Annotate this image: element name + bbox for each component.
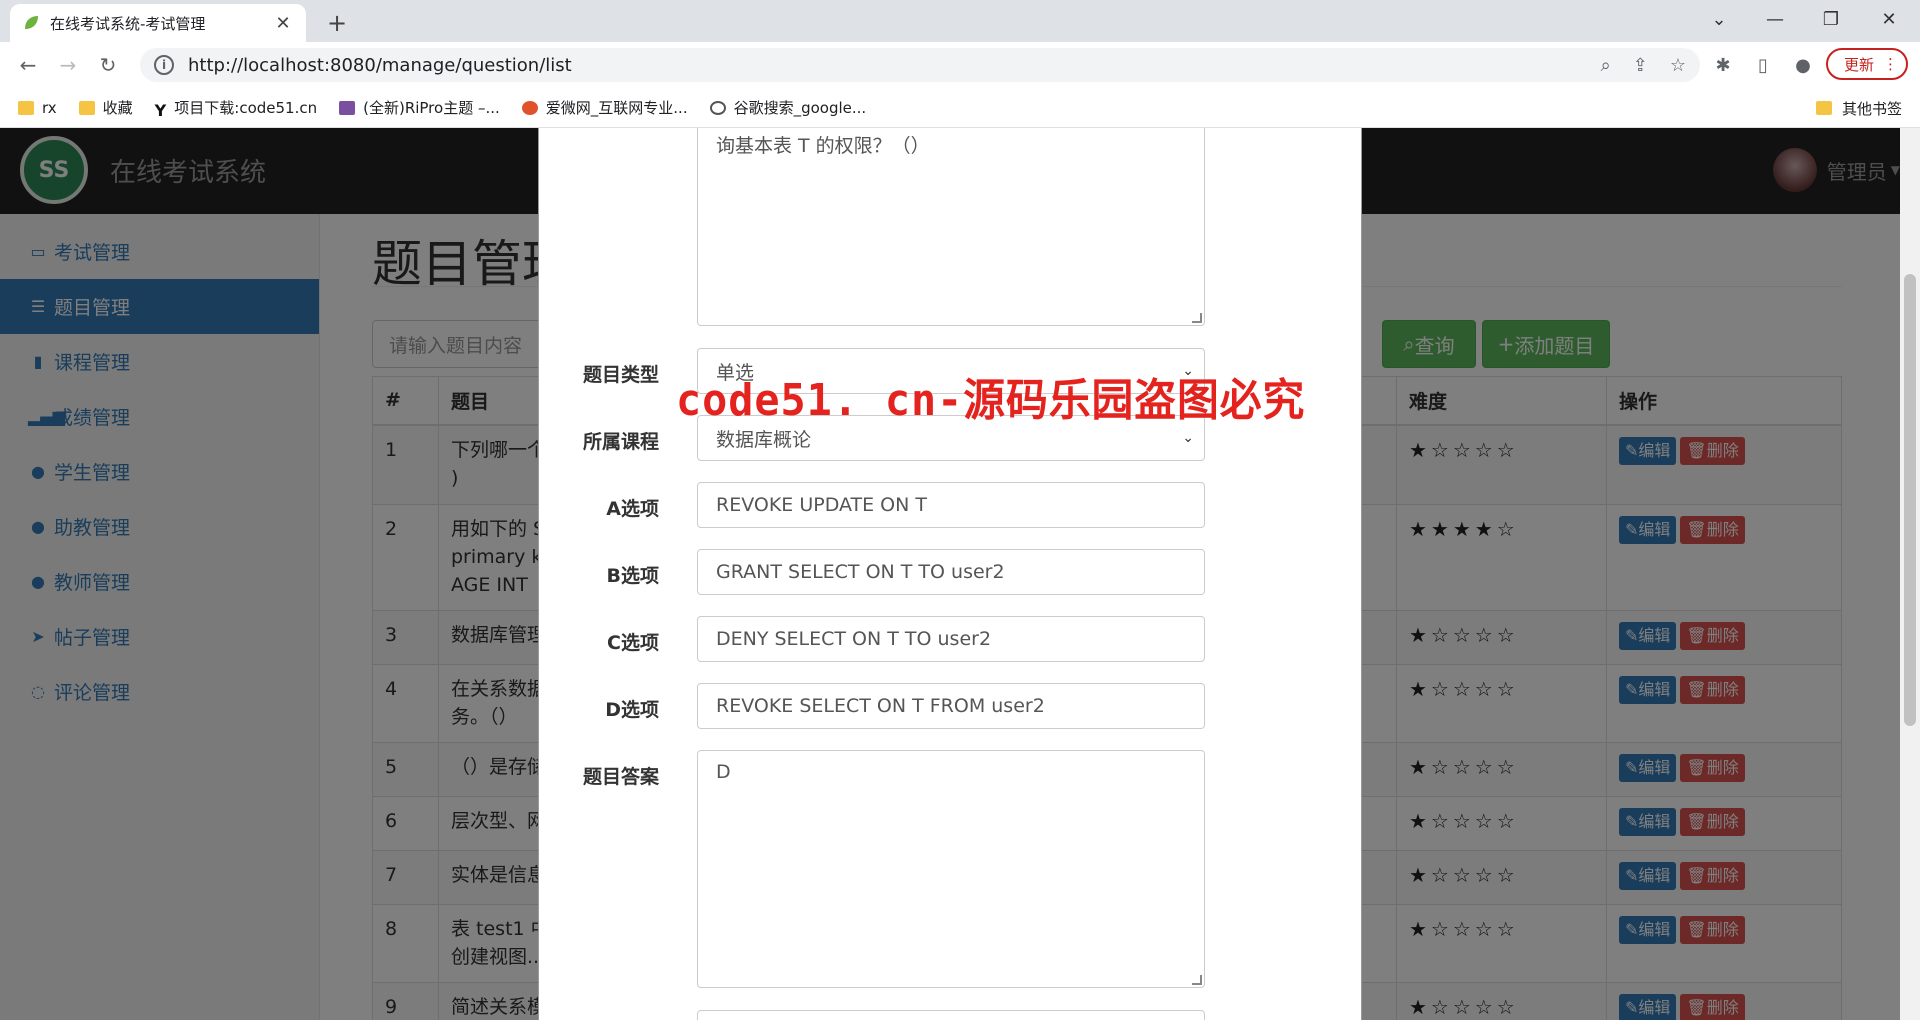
chevron-down-icon: ⌄: [1182, 430, 1194, 446]
folder-icon: [18, 100, 34, 115]
answer-label: 题目答案: [582, 766, 659, 788]
url-input[interactable]: i http://localhost:8080/manage/question/…: [140, 48, 1700, 82]
bookmark-item[interactable]: 爱微网_互联网专业...: [521, 97, 688, 118]
new-tab-icon[interactable]: +: [322, 8, 352, 38]
option-a-label: A选项: [606, 498, 659, 520]
site-info-icon[interactable]: i: [154, 55, 174, 75]
browser-tabbar: 在线考试系统-考试管理 ✕ + ⌄ — ❐ ✕: [0, 0, 1920, 42]
resize-handle-icon[interactable]: [1192, 313, 1202, 323]
tab-search-icon[interactable]: ⌄: [1692, 0, 1746, 38]
back-icon[interactable]: ←: [8, 47, 48, 83]
ripro-icon: [339, 100, 356, 115]
next-field[interactable]: [697, 1010, 1205, 1020]
answer-textarea[interactable]: D: [697, 750, 1205, 988]
bookmark-item[interactable]: 收藏: [78, 97, 133, 118]
edit-question-modal: 询基本表 T 的权限？（） 题目类型 单选 ⌄ 所属课程 数据库概论 ⌄ A选项…: [538, 128, 1362, 1020]
other-bookmarks[interactable]: 其他书签: [1815, 88, 1902, 128]
option-d-label: D选项: [605, 699, 659, 721]
resize-handle-icon[interactable]: [1192, 975, 1202, 985]
page: SS 在线考试系统 管理员 ▼ ▭考试管理 ☰题目管理 ▮课程管理 ▂▄▆成绩管…: [0, 128, 1920, 1020]
aiwei-icon: [521, 100, 538, 115]
window-close-icon[interactable]: ✕: [1862, 0, 1916, 38]
restore-icon[interactable]: ❐: [1804, 0, 1858, 38]
page-scrollbar[interactable]: [1900, 128, 1920, 1020]
folder-icon: [1815, 101, 1832, 115]
sidepanel-icon[interactable]: ▯: [1746, 48, 1780, 82]
url-text: http://localhost:8080/manage/question/li…: [188, 54, 572, 76]
option-b-input[interactable]: GRANT SELECT ON T TO user2: [697, 549, 1205, 595]
bookmarks-bar: rx 收藏 Y 项目下载:code51.cn (全新)RiPro主题 –... 爱…: [0, 88, 1920, 128]
scrollbar-thumb[interactable]: [1904, 274, 1916, 726]
reload-icon[interactable]: ↻: [88, 47, 128, 83]
update-button[interactable]: 更新 ⋮: [1826, 48, 1908, 80]
forward-icon[interactable]: →: [48, 47, 88, 83]
bookmark-star-icon[interactable]: ☆: [1670, 55, 1686, 76]
option-a-input[interactable]: REVOKE UPDATE ON T: [697, 482, 1205, 528]
address-bar: ← → ↻ i http://localhost:8080/manage/que…: [0, 42, 1920, 88]
extensions-icon[interactable]: ✱: [1706, 48, 1740, 82]
share-icon[interactable]: ⇪: [1633, 55, 1648, 76]
minimize-icon[interactable]: —: [1748, 0, 1802, 38]
option-c-input[interactable]: DENY SELECT ON T TO user2: [697, 616, 1205, 662]
option-c-label: C选项: [607, 632, 659, 654]
leaf-favicon-icon: [22, 14, 40, 32]
profile-icon[interactable]: ●: [1786, 48, 1820, 82]
menu-dots-icon: ⋮: [1883, 55, 1898, 73]
bookmark-item[interactable]: rx: [18, 99, 57, 117]
bookmark-item[interactable]: 谷歌搜索_google...: [709, 97, 866, 118]
watermark-text: code51. cn-源码乐园盗图必究: [676, 375, 1306, 426]
browser-tab[interactable]: 在线考试系统-考试管理 ✕: [10, 4, 306, 42]
option-d-input[interactable]: REVOKE SELECT ON T FROM user2: [697, 683, 1205, 729]
type-label: 题目类型: [582, 364, 659, 386]
update-label: 更新: [1844, 55, 1875, 74]
tab-close-icon[interactable]: ✕: [272, 12, 294, 34]
y-logo-icon: Y: [154, 100, 167, 120]
option-b-label: B选项: [606, 565, 659, 587]
folder-icon: [78, 100, 95, 115]
bookmark-item[interactable]: Y 项目下载:code51.cn: [154, 97, 317, 120]
zoom-icon[interactable]: ⌕: [1601, 55, 1611, 76]
course-label: 所属课程: [582, 431, 659, 453]
360-icon: [709, 100, 726, 115]
tab-title: 在线考试系统-考试管理: [50, 14, 206, 33]
bookmark-item[interactable]: (全新)RiPro主题 –...: [339, 97, 500, 118]
question-content-textarea[interactable]: 询基本表 T 的权限？（）: [697, 128, 1205, 326]
